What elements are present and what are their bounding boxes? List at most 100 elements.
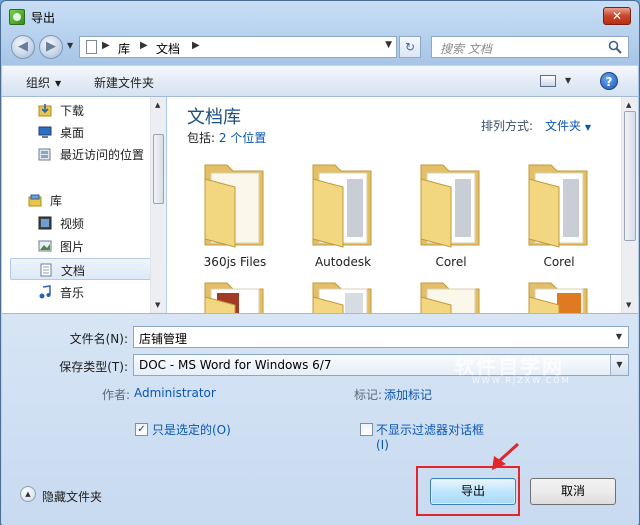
selected-only-checkbox[interactable]: ✓ xyxy=(135,423,148,436)
scroll-up-icon[interactable]: ▲ xyxy=(626,101,631,109)
filename-value: 店铺管理 xyxy=(139,332,188,346)
chevron-up-icon[interactable]: ▲ xyxy=(20,486,36,502)
folder-icon xyxy=(420,282,480,313)
sidebar-item-label: 文档 xyxy=(61,264,86,278)
sidebar-item-documents[interactable]: 文档 xyxy=(10,258,152,280)
app-icon xyxy=(9,9,25,25)
author-field[interactable]: Administrator xyxy=(134,386,216,400)
back-button[interactable]: ◀ xyxy=(11,35,35,59)
sidebar-item-pictures[interactable]: 图片 xyxy=(10,235,152,257)
tags-field[interactable]: 添加标记 xyxy=(384,386,432,403)
sidebar-item-label: 最近访问的位置 xyxy=(60,148,145,162)
filetype-label: 保存类型(T): xyxy=(59,360,128,374)
scroll-down-icon[interactable]: ▼ xyxy=(155,301,160,309)
folder-icon xyxy=(312,164,372,248)
recent-pages-dropdown-icon[interactable]: ▼ xyxy=(67,41,73,50)
folder-item[interactable]: Autodesk xyxy=(295,159,391,279)
no-filter-dialog-checkbox[interactable] xyxy=(360,423,373,436)
folder-item[interactable] xyxy=(403,277,499,313)
breadcrumb-library[interactable]: 库 xyxy=(118,40,130,57)
folder-icon xyxy=(528,164,588,248)
folder-item[interactable]: 360js Files xyxy=(187,159,283,279)
caret-down-icon: ▼ xyxy=(55,79,62,88)
pictures-icon xyxy=(38,240,52,252)
search-placeholder: 搜索 文档 xyxy=(440,42,492,56)
library-title: 文档库 xyxy=(187,107,241,128)
refresh-button[interactable]: ↻ xyxy=(399,36,421,58)
folder-name: 360js Files xyxy=(203,255,267,269)
recent-places-icon xyxy=(38,148,51,161)
sidebar-item-libraries[interactable]: 库 xyxy=(10,189,152,211)
new-folder-button[interactable]: 新建文件夹 xyxy=(94,74,154,91)
desktop-icon xyxy=(38,126,52,138)
forward-button[interactable]: ▶ xyxy=(39,35,63,59)
video-icon xyxy=(38,216,52,230)
help-icon[interactable]: ? xyxy=(600,72,618,90)
sidebar-item-videos[interactable]: 视频 xyxy=(10,212,152,234)
scroll-up-icon[interactable]: ▲ xyxy=(155,101,160,109)
address-history-dropdown-icon[interactable]: ▼ xyxy=(385,40,392,50)
sidebar-item-music[interactable]: 音乐 xyxy=(10,281,152,303)
view-options-dropdown-icon[interactable]: ▼ xyxy=(565,76,571,85)
download-folder-icon xyxy=(38,104,52,117)
chevron-right-icon[interactable]: ▶ xyxy=(192,40,200,51)
watermark-text: 软件自学网 xyxy=(454,354,564,378)
folder-item[interactable] xyxy=(295,277,391,313)
folder-icon xyxy=(528,282,588,313)
chevron-right-icon[interactable]: ▶ xyxy=(140,40,148,51)
folder-name: Corel xyxy=(435,255,467,269)
filetype-value: DOC - MS Word for Windows 6/7 xyxy=(139,358,332,372)
document-location-icon xyxy=(86,40,97,54)
sidebar-item-label: 视频 xyxy=(60,217,85,231)
chevron-down-icon[interactable]: ▼ xyxy=(610,355,628,375)
folder-item[interactable]: Corel xyxy=(511,159,607,279)
filename-label: 文件名(N): xyxy=(69,332,128,346)
filename-field[interactable]: 店铺管理 ▼ xyxy=(133,326,629,348)
file-list-scrollbar[interactable]: ▲ ▼ xyxy=(621,97,638,313)
navigation-bar: ◀ ▶ ▼ ▶ 库 ▶ 文档 ▶ ▼ ↻ 搜索 文档 xyxy=(1,31,639,63)
hide-folders-button[interactable]: 隐藏文件夹 xyxy=(42,488,102,505)
address-bar[interactable]: ▶ 库 ▶ 文档 ▶ ▼ xyxy=(79,36,397,58)
folder-item[interactable] xyxy=(187,277,283,313)
folder-icon xyxy=(312,282,372,313)
command-toolbar: 组织 ▼ 新建文件夹 ▼ ? xyxy=(2,65,638,97)
search-input[interactable]: 搜索 文档 xyxy=(431,36,629,58)
arrange-by-value: 文件夹 xyxy=(545,119,582,133)
sidebar-item-recent-places[interactable]: 最近访问的位置 xyxy=(10,143,152,165)
arrange-by-dropdown[interactable]: 文件夹 ▼ xyxy=(545,117,591,134)
folder-name: Corel xyxy=(543,255,575,269)
scroll-down-icon[interactable]: ▼ xyxy=(626,301,631,309)
window-title: 导出 xyxy=(31,11,56,25)
chevron-right-icon[interactable]: ▶ xyxy=(102,40,110,51)
change-view-icon[interactable] xyxy=(540,75,556,87)
navigation-pane: 下载 桌面 最近访问的位置 库 视频 图片 文档 音乐 ▲ ▼ xyxy=(2,97,166,313)
library-locations-link[interactable]: 2 个位置 xyxy=(219,131,266,145)
folder-name: Autodesk xyxy=(314,255,372,269)
folder-item[interactable] xyxy=(511,277,607,313)
arrange-by-label: 排列方式: xyxy=(481,119,534,133)
navigation-pane-scrollbar[interactable]: ▲ ▼ xyxy=(150,97,166,313)
search-icon[interactable] xyxy=(608,40,622,54)
sidebar-item-label: 音乐 xyxy=(60,286,85,300)
scroll-thumb[interactable] xyxy=(153,134,164,204)
folder-icon xyxy=(420,164,480,248)
organize-menu-button[interactable]: 组织 ▼ xyxy=(26,74,61,91)
no-filter-dialog-shortcut[interactable]: (I) xyxy=(376,438,389,452)
folder-icon xyxy=(204,282,264,313)
breadcrumb-documents[interactable]: 文档 xyxy=(156,40,180,57)
scroll-thumb[interactable] xyxy=(624,111,636,241)
includes-label: 包括: xyxy=(187,131,216,145)
watermark-url: WWW.RJZXW.COM xyxy=(472,376,571,385)
export-button[interactable]: 导出 xyxy=(430,478,516,505)
chevron-down-icon[interactable]: ▼ xyxy=(610,327,628,347)
cancel-button[interactable]: 取消 xyxy=(530,478,616,505)
sidebar-item-desktop[interactable]: 桌面 xyxy=(10,121,152,143)
folder-item[interactable]: Corel xyxy=(403,159,499,279)
music-icon xyxy=(39,285,51,299)
organize-label: 组织 xyxy=(26,76,51,90)
no-filter-dialog-label[interactable]: 不显示过滤器对话框 xyxy=(376,421,484,438)
caret-down-icon: ▼ xyxy=(584,123,591,132)
sidebar-item-downloads[interactable]: 下载 xyxy=(10,99,152,121)
close-button[interactable]: ✕ xyxy=(603,7,631,25)
selected-only-label[interactable]: 只是选定的(O) xyxy=(152,421,231,438)
